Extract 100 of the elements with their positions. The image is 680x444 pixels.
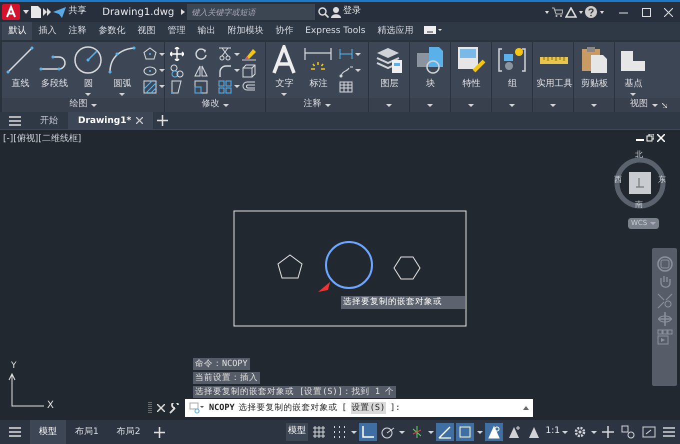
panel-toggle-icon[interactable] xyxy=(424,26,442,34)
annotation-scale-label[interactable]: 1:1 xyxy=(546,425,560,439)
ortho-icon[interactable] xyxy=(360,425,375,439)
caret-icon[interactable] xyxy=(325,104,332,106)
menu-icon[interactable] xyxy=(9,116,21,126)
panel-title[interactable]: 修改 xyxy=(201,98,220,112)
caret-icon[interactable] xyxy=(590,430,597,434)
caret-icon[interactable] xyxy=(91,104,98,106)
ribbon-tab[interactable]: 视图 xyxy=(131,22,162,40)
ribbon-tab[interactable]: 输出 xyxy=(191,22,222,40)
rotate-icon[interactable] xyxy=(194,47,208,62)
layout-tab[interactable]: 布局2 xyxy=(108,420,150,444)
file-icon[interactable] xyxy=(30,6,41,18)
auto-scale-icon[interactable] xyxy=(507,425,522,439)
close-icon[interactable] xyxy=(136,117,143,124)
compass-label[interactable]: 北 xyxy=(635,149,643,161)
caret-icon[interactable] xyxy=(354,69,361,72)
expand-arrow-icon[interactable] xyxy=(662,102,667,108)
ribbon-tool-button[interactable]: 组 xyxy=(494,45,530,98)
double-arrow-icon[interactable] xyxy=(43,8,51,16)
menu-icon[interactable] xyxy=(662,425,676,439)
move-icon[interactable] xyxy=(170,47,184,62)
ribbon-tab[interactable]: 附加模块 xyxy=(221,22,270,40)
ribbon-tab[interactable]: 默认 xyxy=(2,22,32,40)
caret-icon[interactable] xyxy=(427,104,434,106)
snap-dots-icon[interactable] xyxy=(332,425,346,439)
caret-icon[interactable] xyxy=(591,104,598,106)
object-snap-icon[interactable] xyxy=(458,425,472,439)
caret-icon[interactable] xyxy=(234,52,240,56)
copy-icon[interactable] xyxy=(170,64,184,78)
user-icon[interactable] xyxy=(330,6,341,18)
caret-icon[interactable] xyxy=(652,104,658,106)
menu-icon[interactable] xyxy=(9,427,21,437)
ribbon-tab[interactable]: 参数化 xyxy=(92,22,132,40)
ribbon-tool-button[interactable]: 特性 xyxy=(453,45,490,98)
leader-icon[interactable] xyxy=(338,64,352,78)
model-space-button[interactable]: 模型 xyxy=(286,423,308,441)
caret-icon[interactable] xyxy=(354,52,361,56)
search-field[interactable]: 键入关键字或短语 xyxy=(187,4,316,20)
ribbon-tab[interactable]: 精选应用 xyxy=(371,22,420,40)
compass-label[interactable]: 西 xyxy=(614,174,622,186)
caret-icon[interactable] xyxy=(22,10,28,14)
scale-icon[interactable] xyxy=(194,80,208,94)
pentagon-icon[interactable] xyxy=(142,47,156,62)
ribbon-tool-button[interactable]: 多段线 xyxy=(38,45,70,98)
ribbon-tab[interactable]: 协作 xyxy=(269,22,300,40)
close-icon[interactable] xyxy=(156,404,164,412)
fillet-icon[interactable] xyxy=(218,64,232,78)
caret-icon[interactable] xyxy=(509,104,516,106)
sign-in-link[interactable]: 登录 xyxy=(343,5,361,19)
close-icon[interactable] xyxy=(664,8,674,16)
share-label[interactable]: 共享 xyxy=(68,5,86,19)
command-line-field[interactable]: NCOPY 选择要复制的嵌套对象或 [ 设置(S) ]: xyxy=(185,399,533,417)
caret-icon[interactable] xyxy=(386,104,392,106)
grip-handle-icon[interactable] xyxy=(148,402,152,414)
ribbon-tool-button[interactable]: 块 xyxy=(412,45,448,98)
caret-icon[interactable] xyxy=(562,430,568,434)
polar-icon[interactable] xyxy=(381,425,396,439)
search-icon[interactable] xyxy=(318,6,328,18)
panel-title[interactable]: 绘图 xyxy=(69,98,88,112)
layout-tab[interactable]: 布局1 xyxy=(66,420,108,444)
caret-icon[interactable] xyxy=(399,430,406,434)
caret-icon[interactable] xyxy=(223,104,230,106)
viewport-controls-label[interactable]: [-][俯视][二维线框] xyxy=(3,133,82,146)
restore-icon[interactable] xyxy=(646,134,654,142)
compass-label[interactable]: 东 xyxy=(658,174,666,186)
hatch-icon[interactable] xyxy=(142,80,156,94)
annotation-scale-icon[interactable] xyxy=(527,425,542,439)
grid-icon[interactable] xyxy=(312,425,326,439)
ribbon-tool-button[interactable]: 实用工具 xyxy=(535,45,574,98)
wrench-icon[interactable] xyxy=(169,402,180,414)
fullscreen-icon[interactable] xyxy=(642,425,656,439)
caret-right-icon[interactable] xyxy=(181,9,185,15)
table-icon[interactable] xyxy=(338,80,352,94)
panel-title[interactable]: 注释 xyxy=(303,98,322,112)
app-logo-icon[interactable] xyxy=(2,4,20,20)
ribbon-tool-button[interactable]: 直线 xyxy=(4,45,36,98)
grid-icon[interactable] xyxy=(218,80,232,94)
ribbon-tab[interactable]: Express Tools xyxy=(299,22,372,40)
mirror-icon[interactable] xyxy=(194,64,208,78)
plus-icon[interactable] xyxy=(154,426,165,438)
maximize-icon[interactable] xyxy=(642,8,651,16)
annotation-visibility-icon[interactable] xyxy=(486,425,501,439)
caret-icon[interactable] xyxy=(234,85,240,88)
paper-plane-icon[interactable] xyxy=(53,6,66,18)
plus-icon[interactable] xyxy=(601,425,615,439)
caret-icon[interactable] xyxy=(545,10,550,14)
command-option[interactable]: 设置(S) xyxy=(350,402,386,414)
ribbon-tab[interactable]: 注释 xyxy=(62,22,92,40)
caret-icon[interactable] xyxy=(234,69,240,72)
caret-icon[interactable] xyxy=(550,104,556,106)
eraser-icon[interactable] xyxy=(242,47,256,62)
caret-up-icon[interactable] xyxy=(523,406,529,410)
linear-dimension-icon[interactable] xyxy=(338,47,352,62)
file-tab[interactable]: Drawing1* xyxy=(68,112,153,130)
caret-icon[interactable] xyxy=(468,104,474,106)
ellipse-icon[interactable] xyxy=(142,64,156,78)
plus-icon[interactable] xyxy=(157,115,168,126)
cube-icon[interactable] xyxy=(242,64,256,78)
cart-icon[interactable] xyxy=(552,7,562,17)
